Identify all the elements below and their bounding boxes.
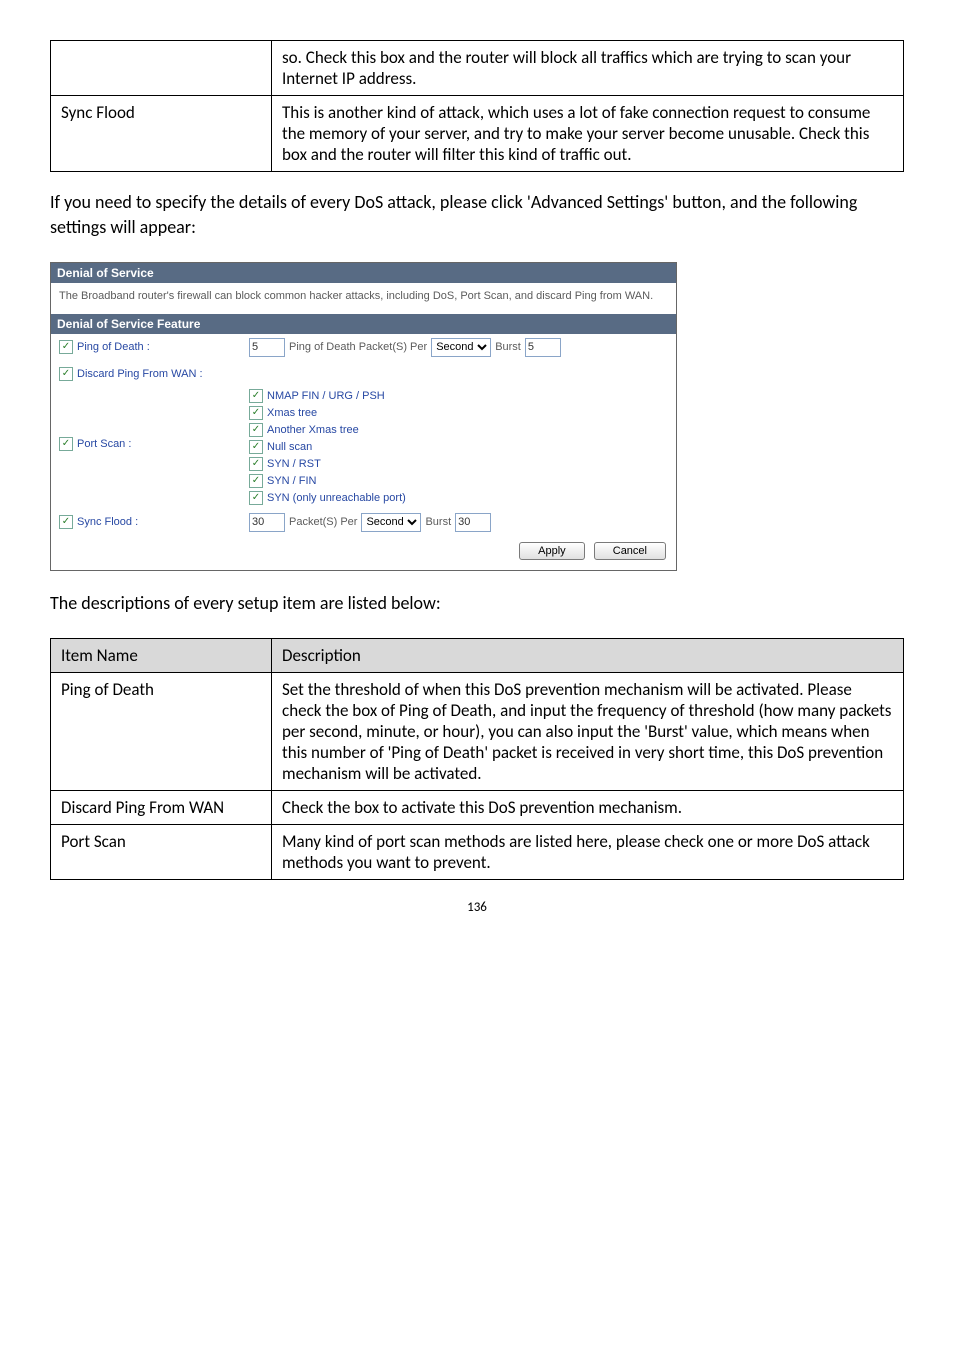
- cell-left: [51, 41, 272, 96]
- check-icon: ✓: [249, 440, 263, 454]
- port-scan-label: Port Scan :: [77, 438, 131, 450]
- sync-flood-checkbox[interactable]: ✓ Sync Flood :: [59, 515, 138, 529]
- cell-right: This is another kind of attack, which us…: [272, 96, 904, 172]
- cell-right: Check the box to activate this DoS preve…: [272, 790, 904, 824]
- header-item-name: Item Name: [51, 638, 272, 672]
- opt-label: SYN / RST: [267, 458, 321, 470]
- ping-of-death-row: ✓ Ping of Death : Ping of Death Packet(S…: [51, 334, 676, 361]
- opt-label: NMAP FIN / URG / PSH: [267, 390, 385, 402]
- ping-of-death-checkbox[interactable]: ✓ Ping of Death :: [59, 340, 150, 354]
- check-icon: ✓: [59, 367, 73, 381]
- header-description: Description: [272, 638, 904, 672]
- opt-label: Another Xmas tree: [267, 424, 359, 436]
- opt-another-xmas[interactable]: ✓ Another Xmas tree: [249, 423, 668, 437]
- dos-panel: Denial of Service The Broadband router's…: [50, 262, 677, 570]
- paragraph-advanced-settings: If you need to specify the details of ev…: [50, 190, 904, 240]
- check-icon: ✓: [59, 437, 73, 451]
- check-icon: ✓: [59, 340, 73, 354]
- cell-right: Set the threshold of when this DoS preve…: [272, 672, 904, 790]
- check-icon: ✓: [249, 423, 263, 437]
- ping-count-input[interactable]: [249, 338, 285, 357]
- opt-label: Null scan: [267, 441, 312, 453]
- table-header-row: Item Name Description: [51, 638, 904, 672]
- opt-label: Xmas tree: [267, 407, 317, 419]
- cancel-button[interactable]: Cancel: [594, 542, 666, 560]
- port-scan-checkbox[interactable]: ✓ Port Scan :: [59, 437, 131, 451]
- dos-description: The Broadband router's firewall can bloc…: [51, 283, 676, 313]
- table-row: so. Check this box and the router will b…: [51, 41, 904, 96]
- check-icon: ✓: [249, 457, 263, 471]
- ping-unit-select[interactable]: Second: [431, 338, 491, 357]
- cell-left: Sync Flood: [51, 96, 272, 172]
- check-icon: ✓: [249, 474, 263, 488]
- cell-left: Discard Ping From WAN: [51, 790, 272, 824]
- table-row: Port Scan Many kind of port scan methods…: [51, 824, 904, 879]
- opt-nmap[interactable]: ✓ NMAP FIN / URG / PSH: [249, 389, 668, 403]
- check-icon: ✓: [249, 406, 263, 420]
- check-icon: ✓: [249, 491, 263, 505]
- description-table: Item Name Description Ping of Death Set …: [50, 638, 904, 880]
- cell-right: Many kind of port scan methods are liste…: [272, 824, 904, 879]
- discard-ping-checkbox[interactable]: ✓ Discard Ping From WAN :: [59, 367, 203, 381]
- cell-left: Port Scan: [51, 824, 272, 879]
- opt-label: SYN / FIN: [267, 475, 317, 487]
- opt-syn-unreachable[interactable]: ✓ SYN (only unreachable port): [249, 491, 668, 505]
- button-row: Apply Cancel: [51, 536, 676, 570]
- sync-flood-label: Sync Flood :: [77, 516, 138, 528]
- sync-flood-row: ✓ Sync Flood : Packet(S) Per Second Burs…: [51, 509, 676, 536]
- ping-of-death-label: Ping of Death :: [77, 341, 150, 353]
- opt-xmas[interactable]: ✓ Xmas tree: [249, 406, 668, 420]
- table-row: Ping of Death Set the threshold of when …: [51, 672, 904, 790]
- discard-ping-label: Discard Ping From WAN :: [77, 368, 203, 380]
- sync-burst-input[interactable]: [455, 513, 491, 532]
- paragraph-descriptions: The descriptions of every setup item are…: [50, 591, 904, 616]
- sync-count-input[interactable]: [249, 513, 285, 532]
- opt-label: SYN (only unreachable port): [267, 492, 406, 504]
- apply-button[interactable]: Apply: [519, 542, 585, 560]
- opt-syn-fin[interactable]: ✓ SYN / FIN: [249, 474, 668, 488]
- discard-ping-row: ✓ Discard Ping From WAN :: [51, 361, 676, 385]
- cell-right: so. Check this box and the router will b…: [272, 41, 904, 96]
- check-icon: ✓: [249, 389, 263, 403]
- opt-null[interactable]: ✓ Null scan: [249, 440, 668, 454]
- check-icon: ✓: [59, 515, 73, 529]
- page-number: 136: [50, 900, 904, 915]
- opt-syn-rst[interactable]: ✓ SYN / RST: [249, 457, 668, 471]
- port-scan-row: ✓ Port Scan : ✓ NMAP FIN / URG / PSH ✓ Xma…: [51, 385, 676, 509]
- dos-feature-header: Denial of Service Feature: [51, 314, 676, 334]
- sync-unit-select[interactable]: Second: [361, 513, 421, 532]
- sync-burst-label: Burst: [425, 516, 451, 528]
- sync-ctrl-label: Packet(S) Per: [289, 516, 357, 528]
- ping-ctrl-label: Ping of Death Packet(S) Per: [289, 341, 427, 353]
- dos-title-bar: Denial of Service: [51, 263, 676, 283]
- cell-left: Ping of Death: [51, 672, 272, 790]
- ping-burst-input[interactable]: [525, 338, 561, 357]
- ping-burst-label: Burst: [495, 341, 521, 353]
- table-row: Sync Flood This is another kind of attac…: [51, 96, 904, 172]
- table-row: Discard Ping From WAN Check the box to a…: [51, 790, 904, 824]
- top-table: so. Check this box and the router will b…: [50, 40, 904, 172]
